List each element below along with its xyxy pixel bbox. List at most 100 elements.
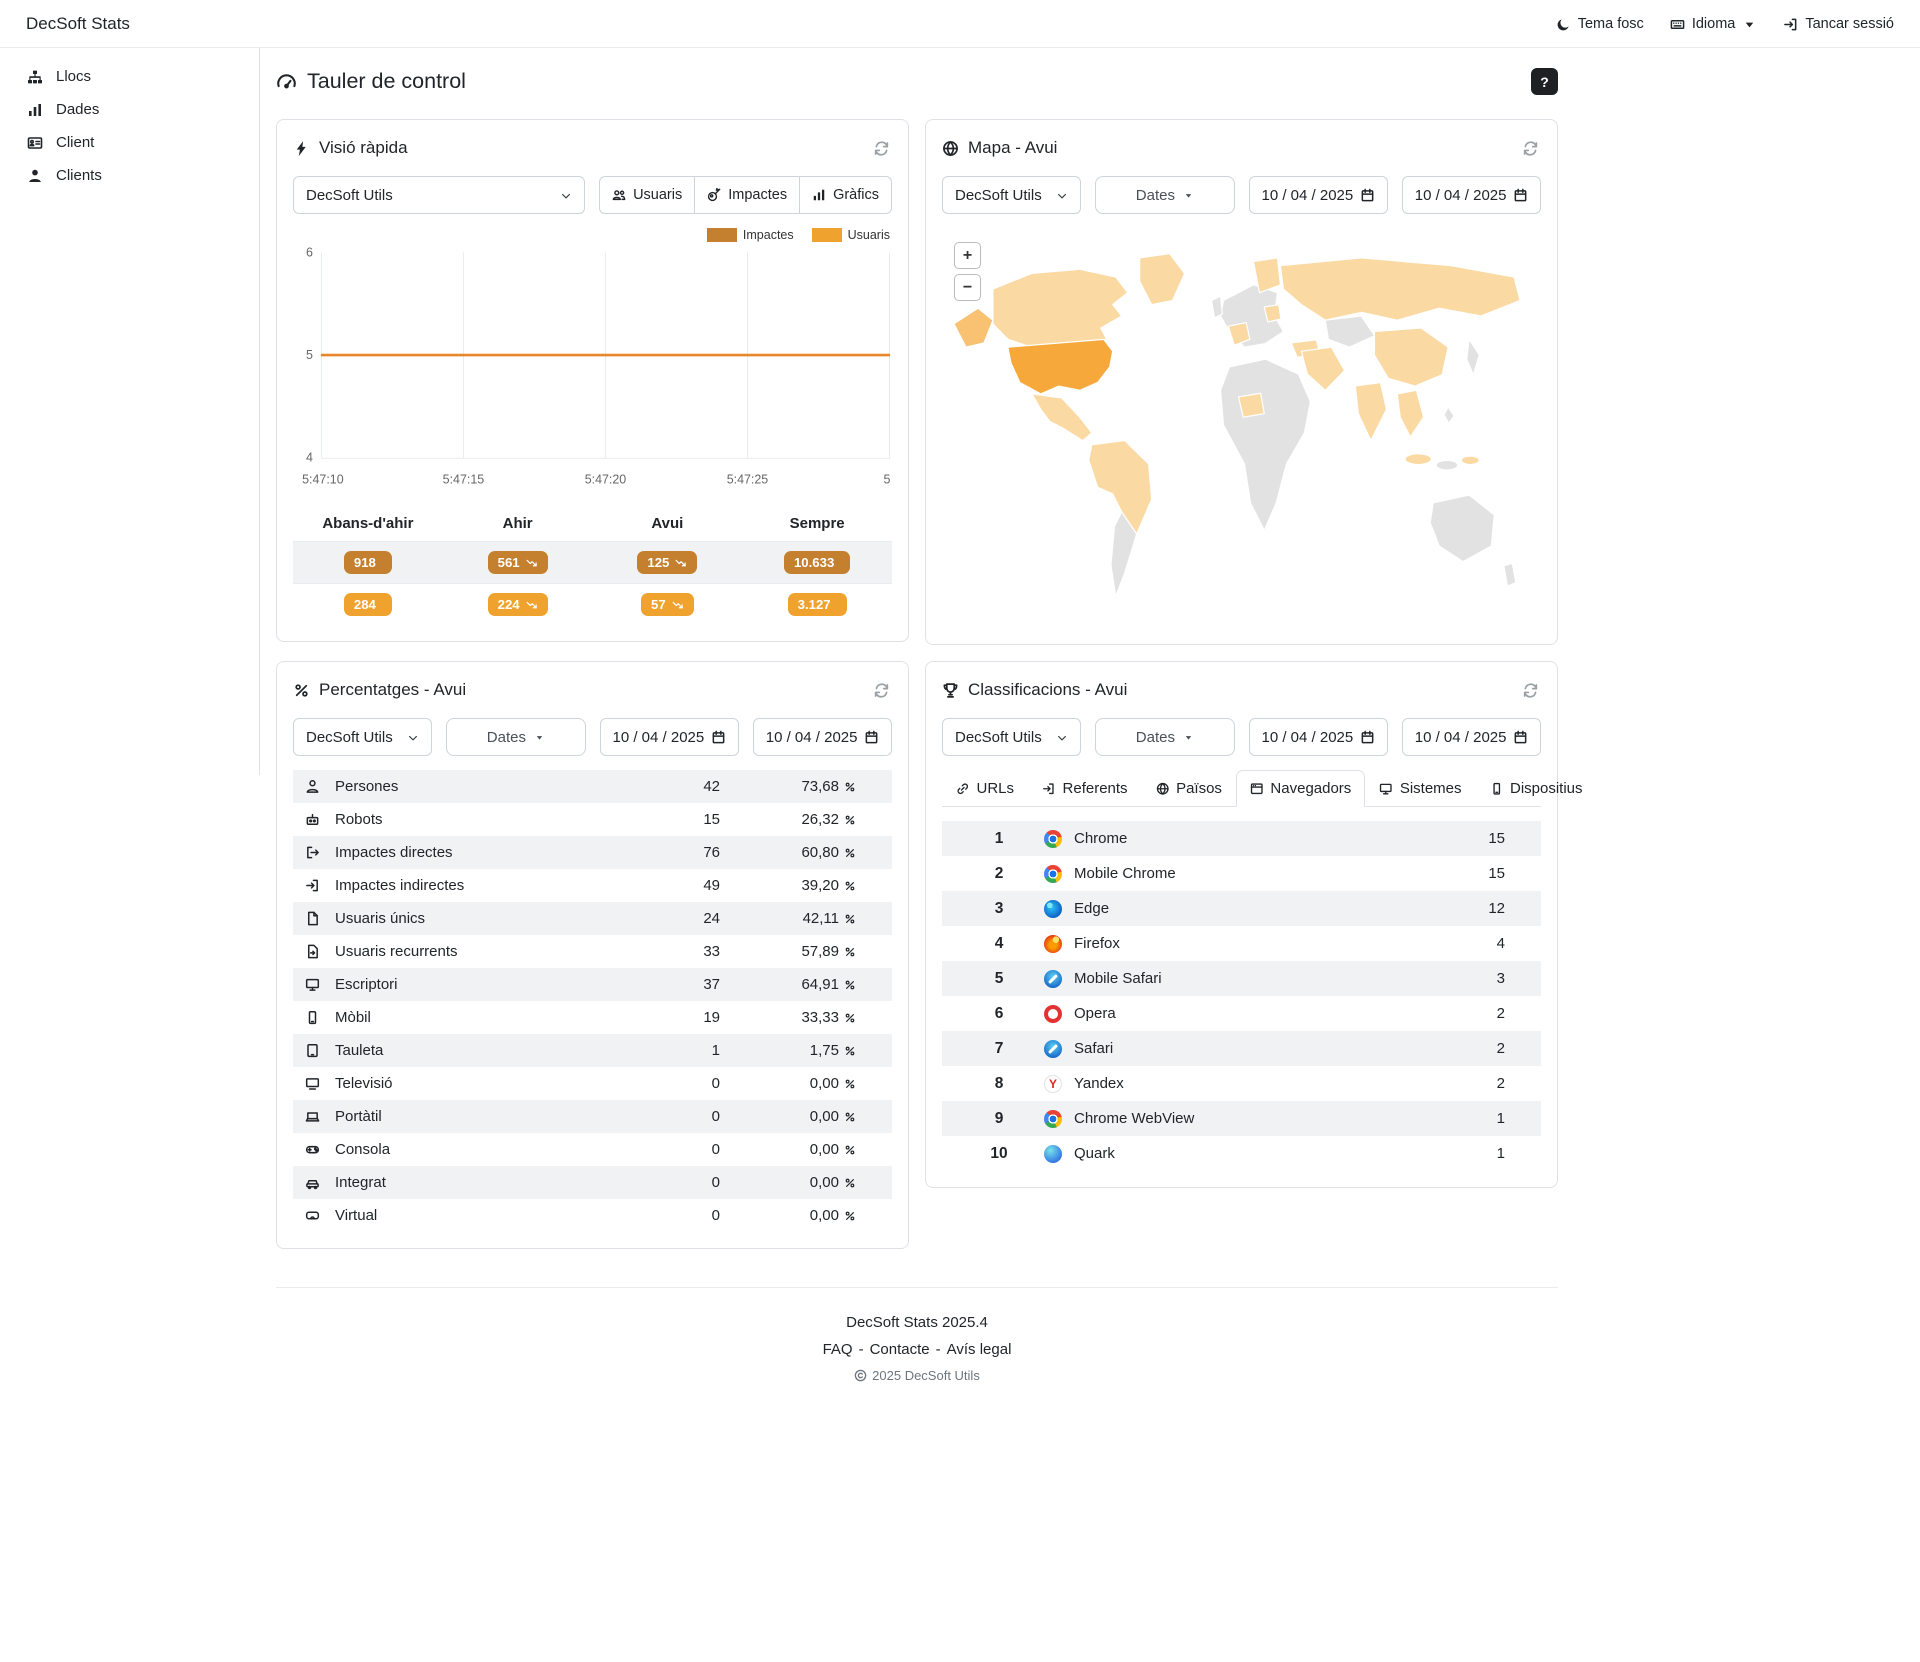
theme-toggle[interactable]: Tema fosc [1556,15,1644,32]
percentage-row: Impactes directes 76 60,80 [293,836,892,869]
desktop-icon [305,977,327,992]
percentages-date-from-input[interactable]: 10 / 04 / 2025 [599,718,739,756]
metric-label: Consola [335,1141,391,1158]
copyright-icon [854,1369,867,1382]
tab-paisos[interactable]: Països [1142,770,1236,807]
person-icon [305,779,327,794]
quick-view-site-select[interactable]: DecSoft Utils [293,176,586,214]
sidebar-item-label: Llocs [56,68,92,85]
file-return-icon [305,944,327,959]
faq-link[interactable]: FAQ [823,1341,853,1358]
metric-label: Virtual [335,1207,378,1224]
metric-label: Usuaris recurrents [335,943,458,960]
percent-icon [844,1210,856,1222]
refresh-icon [1522,138,1539,158]
help-button[interactable]: ? [1531,68,1558,95]
percentages-site-select[interactable]: DecSoft Utils [293,718,433,756]
summary-cell: 224 [443,584,593,625]
badge-value: 918 [353,555,376,570]
ranking-position: 9 [994,1109,1004,1127]
site-select-value: DecSoft Utils [955,186,1042,204]
refresh-icon [873,680,890,700]
trend-down-icon [526,557,538,569]
metric-percent: 64,91 [720,976,856,993]
percentage-row: Escriptori 37 64,91 [293,968,892,1001]
ranking-position: 5 [994,969,1004,987]
users-icon [612,188,626,202]
map-refresh-button[interactable] [1520,136,1541,160]
view-button-impactes[interactable]: Impactes [694,176,801,214]
trend-down-icon [672,599,684,611]
classifications-site-select[interactable]: DecSoft Utils [942,718,1082,756]
chevron-down-icon [1056,730,1068,744]
classifications-refresh-button[interactable] [1520,678,1541,702]
view-button-usuaris[interactable]: Usuaris [599,176,696,214]
metric-count: 37 [703,976,720,993]
metric-label: Impactes indirectes [335,877,465,894]
ranking-label: Mobile Safari [1074,970,1162,987]
ranking-label: Safari [1074,1040,1114,1057]
classifications-card: Classificacions - Avui DecSoft Utils Dat… [925,661,1583,1188]
metric-percent: 39,20 [720,877,856,894]
language-menu[interactable]: Idioma [1670,15,1758,32]
percent-icon [293,682,310,699]
percentage-row: Tauleta 1 1,75 [293,1034,892,1067]
classifications-date-to-input[interactable]: 10 / 04 / 2025 [1401,718,1541,756]
percentages-date-to-input[interactable]: 10 / 04 / 2025 [752,718,892,756]
trend-down-icon [526,599,538,611]
tab-dispositius[interactable]: Dispositius [1476,770,1597,807]
tab-referents[interactable]: Referents [1028,770,1142,807]
metric-label: Portàtil [335,1108,382,1125]
percent-icon [844,1078,856,1090]
legal-link[interactable]: Avís legal [947,1341,1012,1358]
metric-count: 1 [711,1042,720,1059]
footer-links: FAQ - Contacte - Avís legal [276,1341,1558,1358]
calendar-icon [1360,188,1375,203]
chrome-icon [1044,1109,1074,1128]
app-brand[interactable]: DecSoft Stats [26,14,130,34]
sidebar-item-llocs[interactable]: Llocs [0,60,259,93]
metric-percent: 1,75 [720,1042,856,1059]
map-dates-dropdown[interactable]: Dates [1095,176,1235,214]
classifications-dates-dropdown[interactable]: Dates [1095,718,1235,756]
gamepad-icon [305,1142,327,1157]
meteor-icon [707,188,721,202]
tab-navegadors[interactable]: Navegadors [1235,770,1366,807]
percent-icon [844,979,856,991]
tab-urls[interactable]: URLs [942,770,1028,807]
caret-down-icon [1742,15,1757,32]
chevron-down-icon [407,730,419,744]
safari-icon [1044,969,1074,988]
map-date-to-input[interactable]: 10 / 04 / 2025 [1401,176,1541,214]
metric-count: 33 [703,943,720,960]
sidebar-item-clients[interactable]: Clients [0,159,259,192]
classifications-date-from-input[interactable]: 10 / 04 / 2025 [1248,718,1388,756]
percentages-refresh-button[interactable] [871,678,892,702]
quick-view-refresh-button[interactable] [871,136,892,160]
view-button-grafics[interactable]: Gràfics [799,176,892,214]
summary-cell: 561 [443,542,593,583]
logout-button[interactable]: Tancar sessió [1783,15,1894,32]
tab-sistemes[interactable]: Sistemes [1365,770,1475,807]
sidebar-item-client[interactable]: Client [0,126,259,159]
page-title-text: Tauler de control [307,69,466,93]
metric-label: Tauleta [335,1042,384,1059]
world-map[interactable]: + − [942,228,1541,628]
caret-down-icon [534,732,545,743]
metric-label: Mòbil [335,1009,371,1026]
sidebar-item-dades[interactable]: Dades [0,93,259,126]
metric-count: 0 [711,1108,720,1125]
ranking-count: 2 [1496,1040,1505,1057]
contact-link[interactable]: Contacte [870,1341,930,1358]
date-value: 10 / 04 / 2025 [612,728,705,746]
percentages-dates-dropdown[interactable]: Dates [446,718,586,756]
map-site-select[interactable]: DecSoft Utils [942,176,1082,214]
zoom-out-button[interactable]: − [954,274,981,301]
usuaris-badge: 57 [641,593,694,616]
summary-cell: 284 [293,584,443,625]
map-date-from-input[interactable]: 10 / 04 / 2025 [1248,176,1388,214]
chart-legend: Impactes Usuaris [293,228,890,242]
sidebar-nav: Llocs Dades Client Clients [0,60,259,192]
tablet-icon [305,1043,327,1058]
zoom-in-button[interactable]: + [954,242,981,269]
